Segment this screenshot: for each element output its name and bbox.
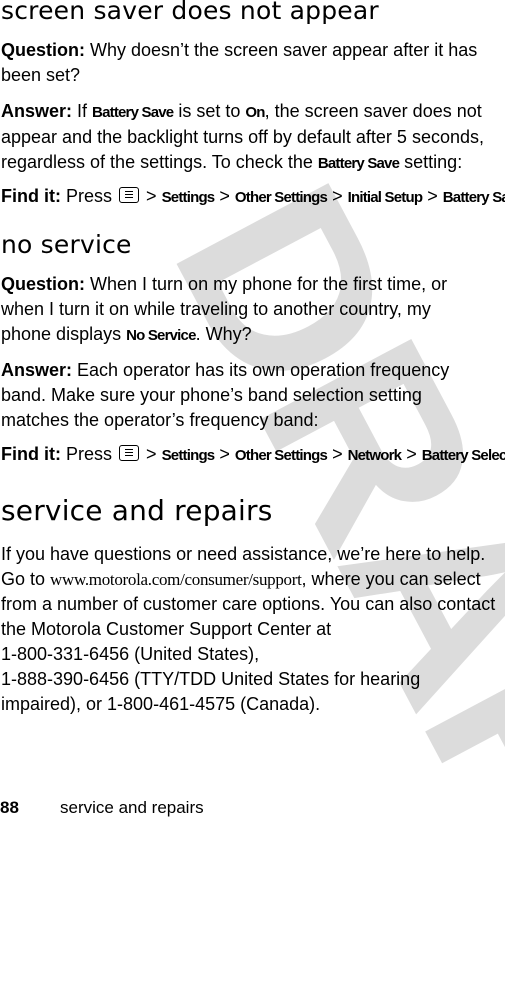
- section-title: service and repairs: [1, 494, 273, 527]
- footer-section-name: service and repairs: [60, 798, 204, 817]
- answer-text: If: [77, 101, 93, 121]
- question-paragraph: Question: Why doesn’t the screen saver a…: [1, 38, 501, 88]
- question-label: Question:: [1, 274, 85, 294]
- menu-path-item: Battery Save: [442, 189, 505, 206]
- phone-tty-canada: 1-888-390-6456 (TTY/TDD United States fo…: [1, 669, 421, 714]
- path-separator: >: [219, 186, 230, 206]
- menu-path-item: Other Settings: [234, 447, 328, 464]
- press-text: Press: [66, 444, 113, 464]
- menu-key-icon: [119, 187, 140, 203]
- path-separator: >: [332, 444, 343, 464]
- ui-term-battery-save: Battery Save: [92, 104, 174, 121]
- support-paragraph: If you have questions or need assistance…: [1, 542, 505, 717]
- question-label: Question:: [1, 40, 85, 60]
- ui-term-on: On: [245, 104, 265, 121]
- find-it-label: Find it:: [1, 186, 61, 206]
- path-separator: >: [332, 186, 343, 206]
- question-paragraph: Question: When I turn on my phone for th…: [1, 272, 481, 348]
- menu-path-item: Other Settings: [234, 189, 328, 206]
- answer-text: is set to: [173, 101, 246, 121]
- path-separator: >: [219, 444, 230, 464]
- page-number: 88: [0, 798, 19, 817]
- menu-path-item: Initial Setup: [347, 189, 423, 206]
- answer-label: Answer:: [1, 360, 73, 380]
- find-it-paragraph: Find it: Press > Settings > Other Settin…: [1, 442, 505, 468]
- menu-path-item: Battery Selection: [421, 447, 505, 464]
- press-text: Press: [66, 186, 113, 206]
- page-footer: 88 service and repairs: [0, 798, 204, 818]
- menu-key-icon: [119, 445, 140, 461]
- menu-path-item: Settings: [161, 447, 216, 464]
- menu-path-item: Network: [347, 447, 402, 464]
- menu-path-item: Settings: [161, 189, 216, 206]
- section-title: screen saver does not appear: [1, 0, 379, 25]
- answer-paragraph: Answer: Each operator has its own operat…: [1, 358, 476, 433]
- ui-term-no-service: No Service: [126, 327, 196, 344]
- find-it-paragraph: Find it: Press > Settings > Other Settin…: [1, 184, 505, 210]
- path-separator: >: [146, 444, 157, 464]
- answer-label: Answer:: [1, 101, 73, 121]
- ui-term-battery-save: Battery Save: [317, 155, 400, 172]
- path-separator: >: [427, 186, 438, 206]
- phone-us: 1-800-331-6456 (United States),: [1, 644, 260, 664]
- section-title: no service: [1, 230, 132, 259]
- path-separator: >: [406, 444, 417, 464]
- path-separator: >: [146, 186, 157, 206]
- support-url-link[interactable]: www.motorola.com/consumer/support: [50, 570, 302, 589]
- find-it-label: Find it:: [1, 444, 61, 464]
- answer-text: setting:: [399, 152, 463, 172]
- answer-paragraph: Answer: If Battery Save is set to On, th…: [1, 99, 505, 176]
- question-text: . Why?: [195, 324, 252, 344]
